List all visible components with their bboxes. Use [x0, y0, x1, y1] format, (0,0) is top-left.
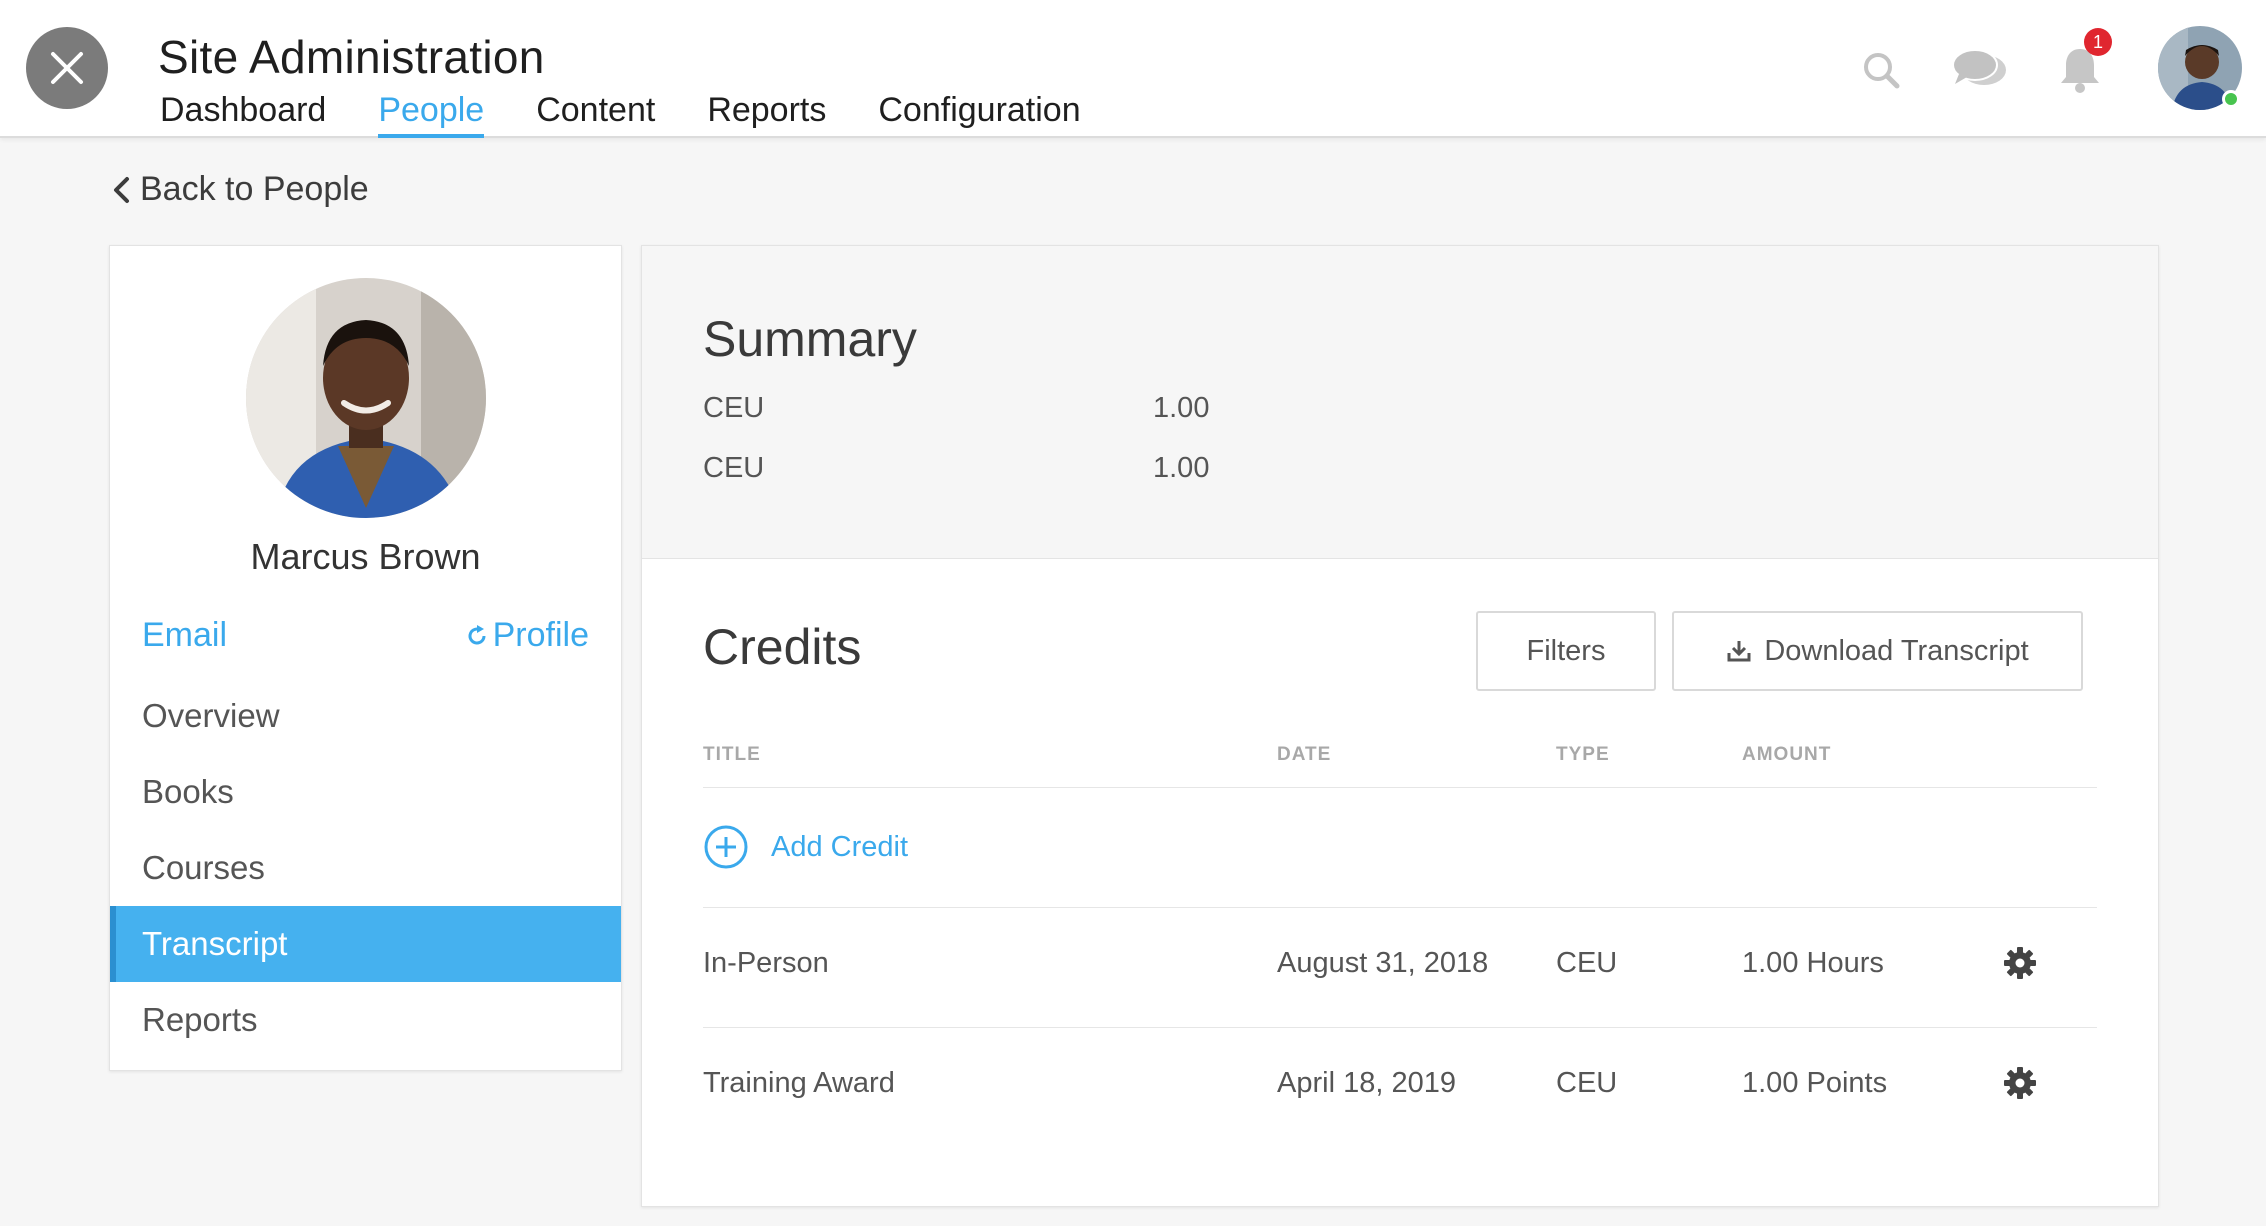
profile-link[interactable]: Profile	[465, 616, 589, 655]
summary-title: Summary	[703, 311, 917, 367]
profile-card: Marcus Brown Email Profile Overview Book…	[109, 245, 622, 1071]
online-status-dot	[2222, 90, 2240, 108]
chevron-left-icon	[114, 176, 129, 203]
divider	[703, 907, 2097, 908]
plus-circle-icon	[704, 825, 748, 869]
credit-title: Training Award	[703, 1067, 895, 1099]
gear-icon[interactable]	[2003, 946, 2037, 980]
messages-button[interactable]	[1950, 40, 2010, 100]
credit-date: August 31, 2018	[1277, 947, 1489, 979]
profile-photo	[246, 278, 486, 518]
back-to-people-link[interactable]: Back to People	[112, 170, 369, 209]
tab-content[interactable]: Content	[536, 88, 655, 138]
tab-reports[interactable]: Reports	[707, 88, 826, 138]
download-transcript-label: Download Transcript	[1764, 634, 2029, 667]
divider	[703, 1027, 2097, 1028]
download-transcript-button[interactable]: Download Transcript	[1672, 611, 2083, 691]
add-credit-button[interactable]: Add Credit	[703, 824, 908, 870]
summary-section: Summary CEU 1.00 CEU 1.00	[642, 246, 2158, 559]
refresh-icon	[468, 624, 486, 644]
column-header-title: TITLE	[703, 744, 761, 765]
summary-row: CEU 1.00	[703, 452, 1209, 485]
app-title: Site Administration	[158, 31, 545, 83]
credit-title: In-Person	[703, 947, 829, 979]
close-icon	[51, 52, 83, 84]
credit-amount: 1.00 Points	[1742, 1067, 1888, 1099]
side-item-overview[interactable]: Overview	[110, 678, 621, 754]
side-item-courses[interactable]: Courses	[110, 830, 621, 906]
transcript-panel: Summary CEU 1.00 CEU 1.00 Credits Filters …	[641, 245, 2159, 1207]
download-icon	[1727, 641, 1751, 662]
side-item-reports[interactable]: Reports	[110, 982, 621, 1058]
tab-configuration[interactable]: Configuration	[878, 88, 1080, 138]
email-link[interactable]: Email	[142, 616, 227, 655]
profile-image	[246, 278, 486, 518]
add-credit-label: Add Credit	[771, 830, 909, 863]
filters-button[interactable]: Filters	[1476, 611, 1656, 691]
credit-type: CEU	[1556, 1067, 1618, 1099]
profile-link-label: Profile	[492, 616, 589, 654]
side-menu: Overview Books Courses Transcript Report…	[110, 678, 621, 1058]
search-button[interactable]	[1851, 40, 1911, 100]
summary-label: CEU	[703, 392, 765, 424]
search-icon	[1864, 53, 1900, 89]
credits-title: Credits	[703, 619, 862, 675]
tab-dashboard[interactable]: Dashboard	[160, 88, 326, 138]
credit-date: April 18, 2019	[1277, 1067, 1456, 1099]
summary-row: CEU 1.00	[703, 392, 1209, 425]
gear-icon[interactable]	[2003, 1066, 2037, 1100]
column-header-type: TYPE	[1556, 744, 1610, 765]
notification-badge: 1	[2084, 28, 2112, 56]
user-name: Marcus Brown	[250, 536, 481, 577]
side-item-transcript[interactable]: Transcript	[110, 906, 621, 982]
close-button[interactable]	[26, 27, 108, 109]
column-header-amount: AMOUNT	[1742, 744, 1832, 765]
column-header-date: DATE	[1277, 744, 1332, 765]
divider	[703, 787, 2097, 788]
side-item-books[interactable]: Books	[110, 754, 621, 830]
credit-amount: 1.00 Hours	[1742, 947, 1884, 979]
summary-value: 1.00	[1153, 392, 1210, 424]
back-link-label: Back to People	[140, 170, 369, 208]
summary-label: CEU	[703, 452, 765, 484]
chat-icon	[1952, 49, 2006, 85]
credit-type: CEU	[1556, 947, 1618, 979]
summary-value: 1.00	[1153, 452, 1210, 484]
tab-people[interactable]: People	[378, 88, 484, 138]
main-nav: Dashboard People Content Reports Configu…	[160, 88, 1133, 138]
top-bar: Site Administration Dashboard People Con…	[0, 0, 2266, 138]
